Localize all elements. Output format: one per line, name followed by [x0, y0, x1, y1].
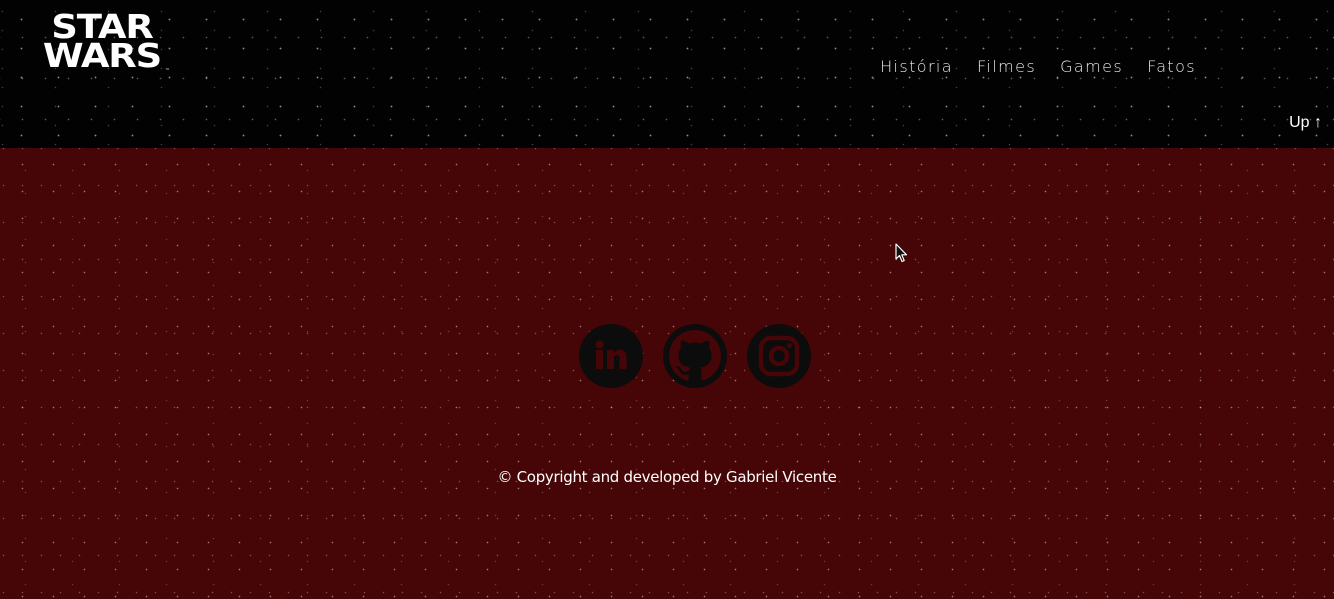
social-links	[579, 324, 811, 388]
nav-link-historia[interactable]: História	[880, 57, 953, 76]
site-footer: © Copyright and developed by Gabriel Vic…	[0, 148, 1334, 599]
copyright-text: © Copyright and developed by Gabriel Vic…	[497, 468, 837, 486]
mouse-cursor-icon	[895, 243, 908, 268]
star-wars-logo[interactable]: STAR WARS ™	[32, 10, 172, 74]
nav-link-fatos[interactable]: Fatos	[1147, 57, 1196, 76]
site-header: STAR WARS ™ História Filmes Games Fatos …	[0, 0, 1334, 148]
page: STAR WARS ™ História Filmes Games Fatos …	[0, 0, 1334, 599]
instagram-link[interactable]	[747, 324, 811, 388]
nav-link-games[interactable]: Games	[1060, 57, 1123, 76]
back-to-top-link[interactable]: Up ↑	[1289, 114, 1322, 132]
logo-trademark: ™	[165, 68, 170, 74]
main-nav: História Filmes Games Fatos	[880, 57, 1196, 76]
linkedin-link[interactable]	[579, 324, 643, 388]
instagram-icon	[757, 334, 801, 378]
linkedin-icon	[591, 336, 631, 376]
nav-link-filmes[interactable]: Filmes	[977, 57, 1036, 76]
github-link[interactable]	[663, 324, 727, 388]
logo-line-2: WARS	[42, 36, 162, 75]
github-icon	[663, 324, 727, 388]
